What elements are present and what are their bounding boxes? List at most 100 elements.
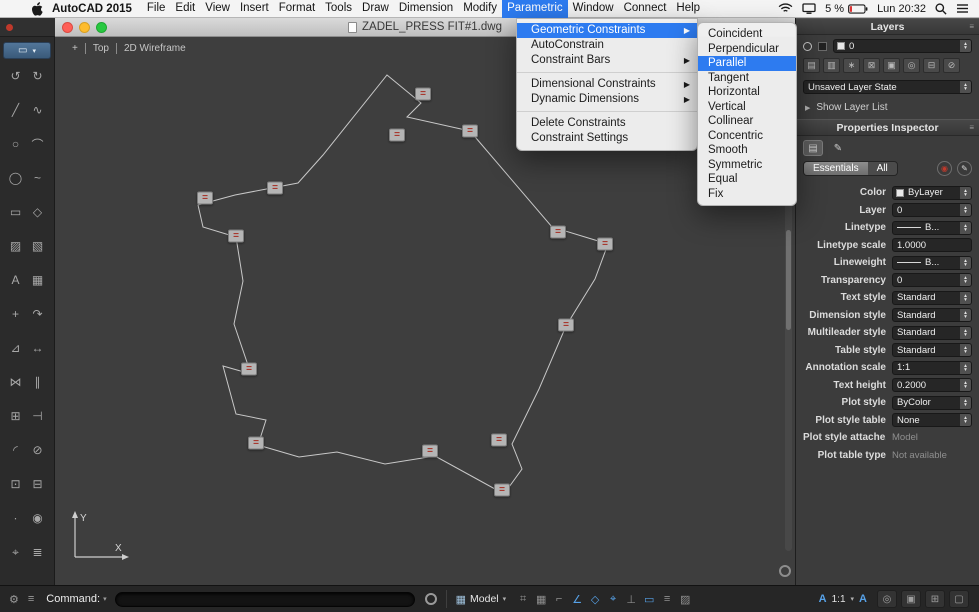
prop-lineweight-control[interactable]: B... ▴ ▾ xyxy=(892,255,972,270)
menu-help[interactable]: Help xyxy=(671,0,705,18)
snap-mode-icon[interactable]: ⌗ xyxy=(514,593,532,606)
viewport-view-button[interactable]: Top xyxy=(84,43,116,54)
submenu-item-concentric[interactable]: Concentric xyxy=(698,129,796,144)
scale-icon[interactable]: ⊿ xyxy=(5,339,26,357)
command-input[interactable] xyxy=(114,591,415,607)
transparency-display-icon[interactable]: ▨ xyxy=(676,593,694,606)
settings-gear-icon[interactable]: ⚙ xyxy=(9,593,19,606)
stretch-icon[interactable]: ↔ xyxy=(27,339,48,357)
layer-visibility-icon[interactable] xyxy=(803,41,812,51)
menu-item-dimensional-constraints[interactable]: Dimensional Constraints ▶ xyxy=(517,77,697,92)
hatch-icon[interactable]: ▨ xyxy=(5,237,26,255)
properties-inspector-header[interactable]: Properties Inspector ≡ xyxy=(796,119,979,136)
prop-linetype-control[interactable]: B... ▴ ▾ xyxy=(892,220,972,235)
ellipse-icon[interactable]: ◯ xyxy=(5,169,26,187)
menu-item-geometric-constraints[interactable]: Geometric Constraints ▶ xyxy=(517,23,697,38)
palette-close-button[interactable] xyxy=(6,24,13,31)
menu-dimension[interactable]: Dimension xyxy=(394,0,458,18)
constraint-badge[interactable]: = xyxy=(241,362,257,376)
menu-item-dynamic-dimensions[interactable]: Dynamic Dimensions ▶ xyxy=(517,92,697,107)
lock-layer-icon[interactable]: ⊠ xyxy=(863,58,880,73)
styles-tab-icon[interactable]: ✎ xyxy=(828,140,848,156)
constraint-badge[interactable]: = xyxy=(558,318,574,332)
menu-tools[interactable]: Tools xyxy=(320,0,357,18)
viewport-style-button[interactable]: 2D Wireframe xyxy=(115,43,193,54)
prop-transparency-control[interactable]: 0 ▴ ▾ xyxy=(892,273,972,288)
current-layer-dropdown[interactable]: 0 ▴ ▾ xyxy=(833,39,972,53)
chevron-down-icon[interactable]: ▾ xyxy=(851,595,855,603)
constraint-badge[interactable]: = xyxy=(494,483,510,497)
menu-item-constraint-settings[interactable]: Constraint Settings xyxy=(517,131,697,146)
prop-multileader-style-control[interactable]: Standard ▴ ▾ xyxy=(892,325,972,340)
submenu-item-coincident[interactable]: Coincident xyxy=(698,27,796,42)
submenu-item-tangent[interactable]: Tangent xyxy=(698,71,796,86)
merge-layers-icon[interactable]: ⊟ xyxy=(923,58,940,73)
polyline-icon[interactable]: ∿ xyxy=(27,101,48,119)
arc-icon[interactable]: ⌒ xyxy=(27,135,48,153)
layer-color-chip-icon[interactable] xyxy=(818,41,827,51)
offset-icon[interactable]: ∥ xyxy=(27,373,48,391)
prop-plot-style-table-control[interactable]: None ▴ ▾ xyxy=(892,413,972,428)
trim-icon[interactable]: ⊣ xyxy=(27,407,48,425)
block-icon[interactable]: ⊡ xyxy=(5,475,26,493)
rotate-icon[interactable]: ↷ xyxy=(27,305,48,323)
line-icon[interactable]: ╱ xyxy=(5,101,26,119)
document-proxy-icon[interactable] xyxy=(348,21,357,33)
submenu-item-smooth[interactable]: Smooth xyxy=(698,143,796,158)
show-layer-list-toggle[interactable]: ▶ Show Layer List xyxy=(796,98,979,119)
constraint-badge[interactable]: = xyxy=(462,124,478,138)
prop-dimension-style-control[interactable]: Standard ▴ ▾ xyxy=(892,308,972,323)
menu-item-autoconstrain[interactable]: AutoConstrain xyxy=(517,38,697,53)
submenu-item-perpendicular[interactable]: Perpendicular xyxy=(698,42,796,57)
freeze-layer-icon[interactable]: ∗ xyxy=(843,58,860,73)
measure-icon[interactable]: ⌖ xyxy=(5,543,26,561)
circle-icon[interactable]: ○ xyxy=(5,135,26,153)
prop-annotation-scale-control[interactable]: 1:1 ▴ ▾ xyxy=(892,360,972,375)
constraint-badge[interactable]: = xyxy=(415,87,431,101)
prop-table-style-control[interactable]: Standard ▴ ▾ xyxy=(892,343,972,358)
donut-icon[interactable]: ◉ xyxy=(27,509,48,527)
clean-screen-icon[interactable]: ⊞ xyxy=(925,590,945,608)
submenu-item-horizontal[interactable]: Horizontal xyxy=(698,85,796,100)
submenu-item-vertical[interactable]: Vertical xyxy=(698,100,796,115)
tab-essentials[interactable]: Essentials xyxy=(804,162,868,175)
prop-linetype-scale-control[interactable]: 1.0000 xyxy=(892,238,972,253)
properties-tab-icon[interactable]: ▤ xyxy=(803,140,823,156)
undo-icon[interactable]: ↺ xyxy=(5,67,26,85)
new-layer-icon[interactable]: ▤ xyxy=(803,58,820,73)
object-snap-icon[interactable]: ◇ xyxy=(586,593,604,606)
constraint-badge[interactable]: = xyxy=(248,436,264,450)
polar-tracking-icon[interactable]: ∠ xyxy=(568,593,586,606)
isolate-layer-icon[interactable]: ◎ xyxy=(903,58,920,73)
menu-parametric[interactable]: Parametric xyxy=(502,0,568,18)
delete-layer-icon[interactable]: ⊘ xyxy=(943,58,960,73)
command-options-icon[interactable] xyxy=(424,593,437,605)
display-mirroring-icon[interactable] xyxy=(802,3,816,14)
menu-insert[interactable]: Insert xyxy=(235,0,274,18)
mirror-icon[interactable]: ⋈ xyxy=(5,373,26,391)
polygon-icon[interactable]: ◇ xyxy=(27,203,48,221)
tab-all[interactable]: All xyxy=(867,162,897,175)
dynamic-ucs-icon[interactable]: ⊥ xyxy=(622,593,640,606)
constraint-badge[interactable]: = xyxy=(389,128,405,142)
menu-view[interactable]: View xyxy=(200,0,235,18)
menu-connect[interactable]: Connect xyxy=(619,0,672,18)
rectangle-icon[interactable]: ▭ xyxy=(5,203,26,221)
constraint-badge[interactable]: = xyxy=(491,433,507,447)
spotlight-search-icon[interactable] xyxy=(935,2,947,15)
fillet-icon[interactable]: ◜ xyxy=(5,441,26,459)
constraint-badge[interactable]: = xyxy=(597,237,613,251)
menu-item-constraint-bars[interactable]: Constraint Bars ▶ xyxy=(517,53,697,68)
ortho-mode-icon[interactable]: ⌐ xyxy=(550,593,568,605)
gradient-icon[interactable]: ▧ xyxy=(27,237,48,255)
menu-item-delete-constraints[interactable]: Delete Constraints xyxy=(517,116,697,131)
command-history-icon[interactable]: ≡ xyxy=(28,593,34,605)
constraint-badge[interactable]: = xyxy=(422,444,438,458)
annotation-autoscale-icon[interactable]: A xyxy=(859,593,867,605)
constraint-badge[interactable]: = xyxy=(197,191,213,205)
redo-icon[interactable]: ↻ xyxy=(27,67,48,85)
array-icon[interactable]: ⊞ xyxy=(5,407,26,425)
annotation-visibility-icon[interactable]: A xyxy=(819,593,827,605)
submenu-item-symmetric[interactable]: Symmetric xyxy=(698,158,796,173)
battery-status[interactable]: 5 % xyxy=(825,3,868,15)
